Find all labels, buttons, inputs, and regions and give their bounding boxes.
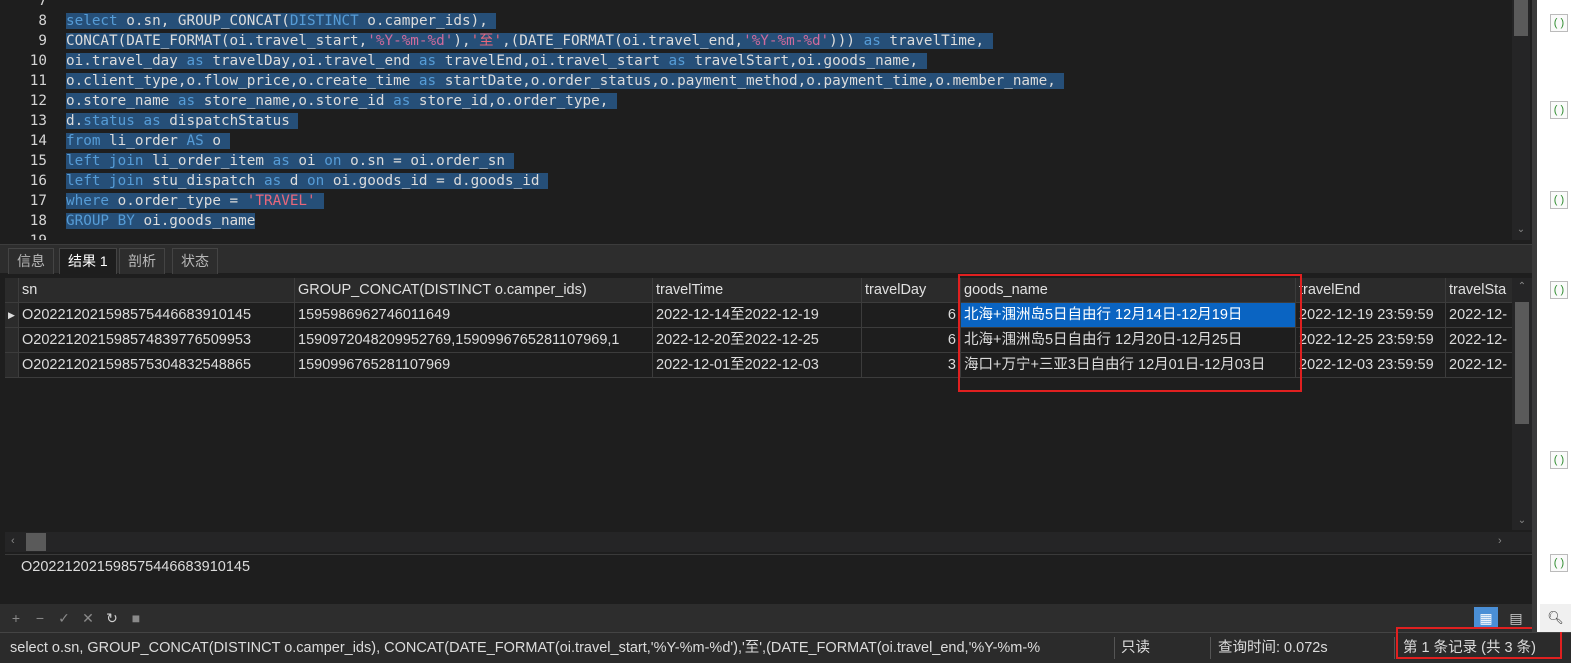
editor-scroll-thumb[interactable] [1514, 0, 1528, 36]
editor-scrollbar[interactable] [1512, 0, 1530, 240]
line-number: 12 [29, 93, 47, 109]
code-text: o.client_type,o.flow_price,o.create_time… [66, 73, 1065, 89]
table-cell[interactable]: 1595986962746011649 [295, 303, 653, 328]
column-header[interactable]: sn [19, 278, 295, 303]
tab-profile[interactable]: 剖析 [119, 248, 165, 274]
status-divider [1394, 637, 1395, 659]
column-header[interactable]: travelEnd [1296, 278, 1446, 303]
stop-icon[interactable]: ■ [127, 608, 145, 628]
tab-result-1[interactable]: 结果 1 [59, 248, 117, 274]
search-icon[interactable]: 🔍︎ [1540, 604, 1571, 632]
line-number: 8 [38, 13, 47, 29]
table-cell[interactable]: 1590996765281107969 [295, 353, 653, 378]
line-number: 10 [29, 53, 47, 69]
table-cell[interactable]: O202212021598575446683910145 [19, 303, 295, 328]
snippet-icon[interactable]: ( ) [1550, 101, 1568, 119]
selected-cell-value: O202212021598575446683910145 [21, 559, 251, 575]
snippet-icon[interactable]: ( ) [1550, 14, 1568, 32]
row-indicator[interactable] [5, 328, 19, 353]
code-text: where o.order_type = 'TRAVEL' [66, 191, 325, 211]
table-cell[interactable]: 2022-12-19 23:59:59 [1296, 303, 1446, 328]
table-cell[interactable]: 3 [862, 353, 961, 378]
grid-view-icon[interactable]: ▦ [1474, 607, 1498, 629]
table-cell[interactable]: 2022-12-14至2022-12-19 [653, 303, 862, 328]
snippet-icon[interactable]: ( ) [1550, 554, 1568, 572]
status-query-time: 查询时间: 0.072s [1218, 640, 1328, 656]
line-number: 13 [29, 113, 47, 129]
line-number: 19 [0, 231, 47, 240]
line-number: 15 [29, 153, 47, 169]
table-cell[interactable]: O202212021598575304832548865 [19, 353, 295, 378]
result-grid[interactable]: sn GROUP_CONCAT(DISTINCT o.camper_ids) tra… [5, 278, 1532, 530]
table-cell[interactable]: 2022-12-25 23:59:59 [1296, 328, 1446, 353]
status-bar: select o.sn, GROUP_CONCAT(DISTINCT o.cam… [0, 632, 1571, 663]
table-cell[interactable]: O202212021598574839776509953 [19, 328, 295, 353]
status-query-text: select o.sn, GROUP_CONCAT(DISTINCT o.cam… [10, 640, 1041, 656]
scroll-down-icon[interactable]: ⌄ [1514, 222, 1528, 238]
discard-changes-icon[interactable]: ✕ [79, 608, 97, 628]
scroll-up-icon[interactable]: ⌃ [1515, 281, 1529, 295]
scroll-down-icon[interactable]: ⌄ [1515, 515, 1529, 529]
row-indicator[interactable] [5, 353, 19, 378]
line-number: 16 [29, 173, 47, 189]
table-cell[interactable]: 2022-12-01至2022-12-03 [653, 353, 862, 378]
code-text: CONCAT(DATE_FORMAT(oi.travel_start,'%Y-%… [66, 33, 993, 49]
line-number: 14 [29, 133, 47, 149]
add-record-icon[interactable]: + [7, 608, 25, 628]
result-tabs: 信息 结果 1 剖析 状态 [0, 244, 1532, 274]
sql-editor[interactable]: 7 8 select o.sn, GROUP_CONCAT(DISTINCT o.c… [0, 0, 1530, 240]
current-row-indicator[interactable]: ▶ [5, 303, 19, 328]
line-number: 11 [29, 73, 47, 89]
snippet-icon[interactable]: ( ) [1550, 451, 1568, 469]
status-divider [1114, 637, 1115, 659]
grid-corner [5, 278, 19, 303]
grid-toolbar: + − ✓ ✕ ↻ ■ ▦ ▤ [0, 604, 1532, 632]
code-text: left join li_order_item as oi on o.sn = … [66, 153, 514, 169]
form-view-icon[interactable]: ▤ [1504, 607, 1528, 629]
value-viewer[interactable]: O202212021598575446683910145 [5, 554, 1532, 605]
code-text: oi.travel_day as travelDay,oi.travel_end… [66, 53, 927, 69]
table-cell[interactable]: 6 [862, 328, 961, 353]
column-header[interactable]: travelDay [862, 278, 961, 303]
snippet-icon[interactable]: ( ) [1550, 191, 1568, 209]
code-text: select o.sn, GROUP_CONCAT(DISTINCT o.cam… [66, 13, 497, 29]
line-number: 9 [38, 33, 47, 49]
delete-record-icon[interactable]: − [31, 608, 49, 628]
table-cell[interactable]: 2022-12-20至2022-12-25 [653, 328, 862, 353]
table-cell[interactable]: 6 [862, 303, 961, 328]
tab-info[interactable]: 信息 [8, 248, 54, 274]
column-header[interactable]: GROUP_CONCAT(DISTINCT o.camper_ids) [295, 278, 653, 303]
code-text: left join stu_dispatch as d on oi.goods_… [66, 173, 549, 189]
table-cell[interactable]: 1590972048209952769,1590996765281107969,… [295, 328, 653, 353]
status-readonly: 只读 [1121, 640, 1150, 656]
code-text: from li_order AS o [66, 133, 230, 149]
code-text: GROUP BY oi.goods_name [66, 213, 256, 229]
snippet-icon[interactable]: ( ) [1550, 281, 1568, 299]
line-number: 18 [29, 213, 47, 229]
grid-scroll-thumb[interactable] [1515, 302, 1529, 424]
tab-status[interactable]: 状态 [172, 248, 218, 274]
side-panel [1537, 0, 1571, 632]
column-header[interactable]: travelTime [653, 278, 862, 303]
scroll-left-icon[interactable]: ‹ [11, 535, 15, 547]
code-text: o.store_name as store_name,o.store_id as… [66, 93, 617, 109]
grid-horizontal-scrollbar[interactable] [5, 532, 1532, 552]
line-number: 17 [29, 193, 47, 209]
line-number: 7 [38, 0, 47, 9]
grid-hscroll-thumb[interactable] [26, 533, 46, 551]
goods-name-highlight-box [958, 274, 1302, 392]
apply-changes-icon[interactable]: ✓ [55, 608, 73, 628]
code-text: d.status as dispatchStatus [66, 113, 299, 129]
status-divider [1210, 637, 1211, 659]
table-cell[interactable]: 2022-12-03 23:59:59 [1296, 353, 1446, 378]
refresh-icon[interactable]: ↻ [103, 608, 121, 628]
scroll-right-icon[interactable]: › [1498, 535, 1502, 547]
